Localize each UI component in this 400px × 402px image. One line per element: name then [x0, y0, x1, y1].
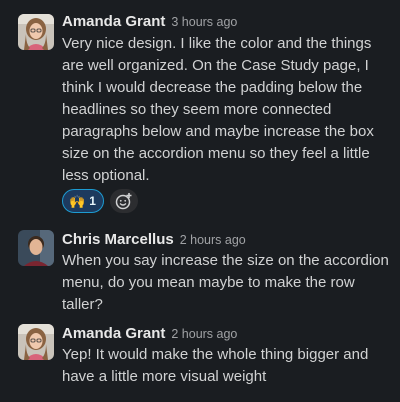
- author-name[interactable]: Amanda Grant: [62, 325, 165, 342]
- reaction-raised-hands[interactable]: 🙌 1: [62, 189, 104, 213]
- avatar[interactable]: [18, 324, 54, 360]
- message-header: Chris Marcellus 2 hours ago: [62, 230, 246, 250]
- avatar-image: [18, 14, 54, 50]
- avatar[interactable]: [18, 230, 54, 266]
- message-header: Amanda Grant 2 hours ago: [62, 324, 237, 344]
- message-text: When you say increase the size on the ac…: [62, 252, 389, 313]
- timestamp[interactable]: 3 hours ago: [171, 15, 237, 29]
- author-name[interactable]: Amanda Grant: [62, 13, 165, 30]
- reaction-count: 1: [89, 194, 96, 208]
- raised-hands-icon: 🙌: [69, 193, 86, 209]
- timestamp[interactable]: 2 hours ago: [171, 327, 237, 341]
- message-text: Very nice design. I like the color and t…: [62, 35, 374, 184]
- avatar[interactable]: [18, 14, 54, 50]
- author-name[interactable]: Chris Marcellus: [62, 231, 174, 248]
- message-header: Amanda Grant 3 hours ago: [62, 12, 237, 32]
- avatar-image: [18, 324, 54, 360]
- reaction-bar: 🙌 1: [62, 189, 138, 213]
- message-feed: Amanda Grant 3 hours ago Very nice design…: [0, 0, 400, 402]
- add-reaction-button[interactable]: [109, 189, 138, 213]
- message-text: Yep! It would make the whole thing bigge…: [62, 346, 369, 385]
- add-reaction-icon: [115, 193, 132, 210]
- timestamp[interactable]: 2 hours ago: [180, 233, 246, 247]
- avatar-image: [18, 230, 54, 266]
